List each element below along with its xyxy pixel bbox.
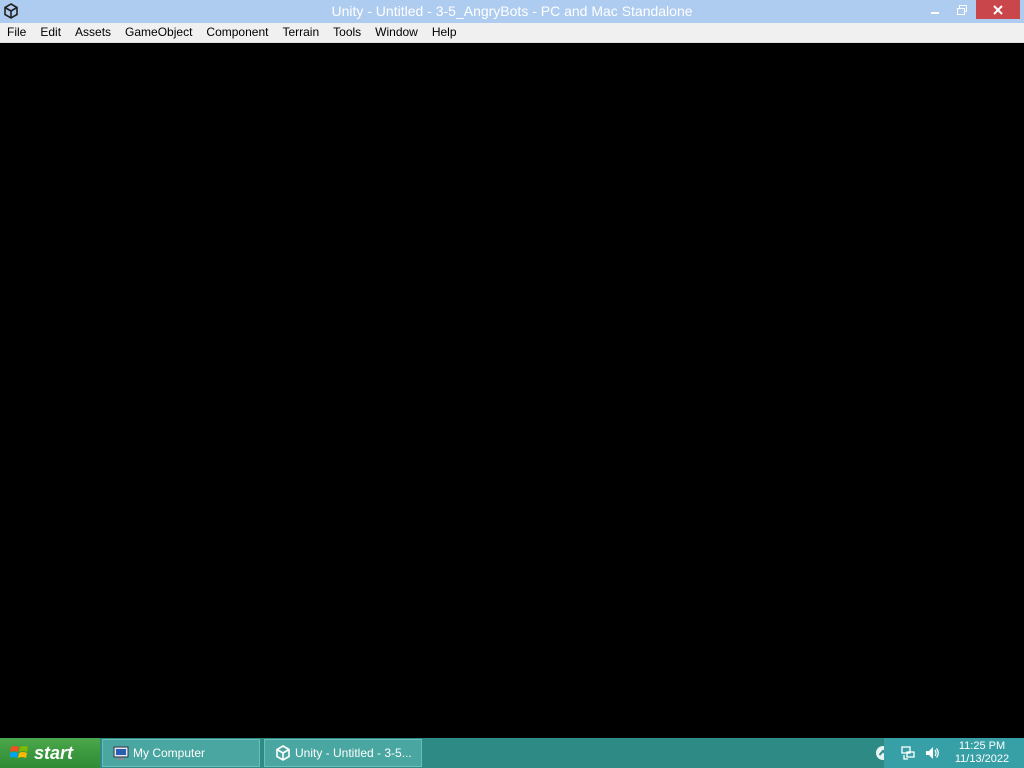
unity-window: Unity - Untitled - 3-5_AngryBots - PC an… [0, 0, 1024, 738]
menu-assets[interactable]: Assets [68, 23, 118, 42]
taskbar-item-label: My Computer [133, 746, 206, 760]
restore-button[interactable] [949, 0, 975, 19]
windows-logo-icon [10, 746, 28, 758]
network-icon[interactable] [900, 745, 916, 761]
system-tray: 11:25 PM 11/13/2022 [884, 738, 1024, 768]
taskbar-item-label: Unity - Untitled - 3-5... [295, 746, 412, 760]
minimize-button[interactable] [922, 0, 948, 19]
menu-gameobject[interactable]: GameObject [118, 23, 199, 42]
start-label: start [34, 742, 74, 763]
clock-date: 11/13/2022 [954, 753, 1010, 765]
menu-tools[interactable]: Tools [326, 23, 368, 42]
close-button[interactable] [976, 0, 1020, 19]
minimize-icon [931, 11, 939, 14]
taskbar-item-unity[interactable]: Unity - Untitled - 3-5... [264, 739, 422, 767]
menu-window[interactable]: Window [368, 23, 425, 42]
taskbar-item-my-computer[interactable]: My Computer [102, 739, 260, 767]
window-title: Unity - Untitled - 3-5_AngryBots - PC an… [331, 3, 693, 19]
close-icon [993, 4, 1003, 15]
editor-viewport[interactable] [0, 43, 1024, 738]
volume-icon[interactable] [924, 745, 940, 761]
clock[interactable]: 11:25 PM 11/13/2022 [944, 740, 1020, 766]
title-bar[interactable]: Unity - Untitled - 3-5_AngryBots - PC an… [0, 0, 1024, 23]
menu-bar: File Edit Assets GameObject Component Te… [0, 23, 1024, 43]
start-button[interactable]: start [0, 738, 100, 768]
taskbar: start My Computer Unity - Untitled - 3-5… [0, 738, 1024, 768]
menu-file[interactable]: File [0, 23, 33, 42]
clock-time: 11:25 PM [958, 740, 1006, 752]
unity-icon [276, 745, 290, 761]
restore-icon [957, 4, 967, 15]
menu-edit[interactable]: Edit [33, 23, 68, 42]
menu-help[interactable]: Help [425, 23, 464, 42]
menu-terrain[interactable]: Terrain [275, 23, 326, 42]
computer-icon [113, 746, 129, 760]
menu-component[interactable]: Component [199, 23, 275, 42]
